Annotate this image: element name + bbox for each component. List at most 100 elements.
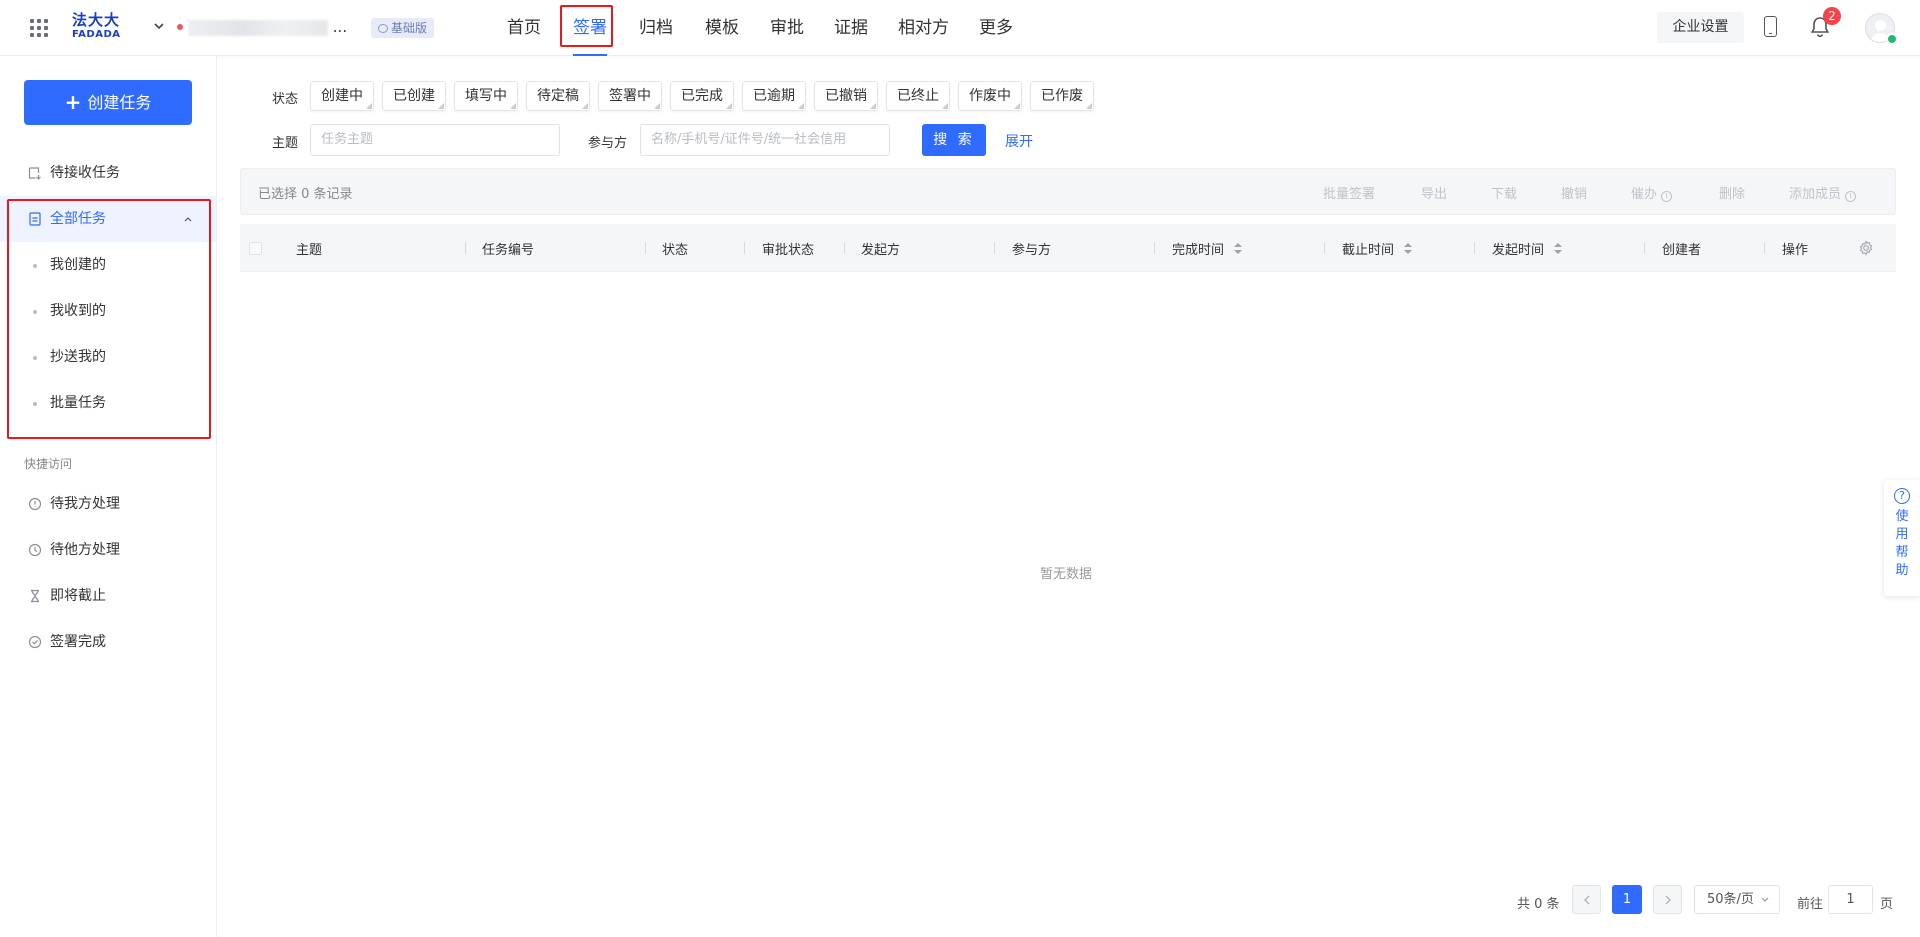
col-divider[interactable] <box>1644 242 1645 254</box>
sidebar-item-received[interactable]: 我收到的 <box>0 288 216 334</box>
sort-icon[interactable] <box>1234 243 1243 255</box>
col-initiated-time[interactable]: 发起时间 <box>1492 239 1563 258</box>
sidebar-item-pending-receive[interactable]: 待接收任务 <box>0 150 216 196</box>
col-divider[interactable] <box>1324 242 1325 254</box>
check-circle-icon <box>28 635 42 649</box>
sidebar-item-label: 抄送我的 <box>50 349 106 365</box>
sidebar-item-batch-tasks[interactable]: 批量任务 <box>0 380 216 426</box>
col-completed-time[interactable]: 完成时间 <box>1172 239 1243 258</box>
status-chip-filling[interactable]: 填写中 <box>454 81 518 111</box>
nav-sign[interactable]: 签署 <box>573 0 607 56</box>
nav-approval[interactable]: 审批 <box>770 0 804 56</box>
sidebar-item-label: 待我方处理 <box>50 496 120 512</box>
status-chip-signing[interactable]: 签署中 <box>598 81 662 111</box>
page-size-value: 50条/页 <box>1707 892 1754 907</box>
sidebar-item-all-tasks[interactable]: 全部任务 <box>0 196 216 242</box>
app-grid-icon[interactable] <box>30 19 48 37</box>
org-status-dot <box>177 24 183 30</box>
plus-icon: + <box>64 90 82 114</box>
sort-icon[interactable] <box>1554 243 1563 255</box>
col-divider[interactable] <box>994 242 995 254</box>
org-switch-chevron-icon[interactable] <box>152 19 166 33</box>
page-size-select[interactable]: 50条/页 <box>1694 885 1780 914</box>
nav-template[interactable]: 模板 <box>705 0 739 56</box>
col-completed-time-label: 完成时间 <box>1172 243 1225 258</box>
col-divider[interactable] <box>645 242 646 254</box>
nav-archive[interactable]: 归档 <box>639 0 673 56</box>
bullet-dot <box>33 356 37 360</box>
create-task-button[interactable]: + 创建任务 <box>24 80 192 125</box>
chevron-left-icon <box>1584 895 1590 905</box>
org-name-redacted <box>188 19 328 36</box>
expand-filters-link[interactable]: 展开 <box>1005 131 1033 151</box>
create-task-label: 创建任务 <box>87 93 152 112</box>
col-creator: 创建者 <box>1662 243 1702 258</box>
bullet-dot <box>33 402 37 406</box>
plan-badge: 基础版 <box>371 18 435 38</box>
download-button[interactable]: 下载 <box>1491 183 1517 202</box>
batch-toolbar: 已选择 0 条记录 批量签署 导出 下载 撤销 催办 i 删除 添加成员 i <box>240 168 1896 215</box>
sidebar-item-pending-mine[interactable]: 待我方处理 <box>0 481 216 527</box>
status-chip-pending-finalize[interactable]: 待定稿 <box>526 81 590 111</box>
selected-count-text: 已选择 0 条记录 <box>258 187 353 202</box>
col-divider[interactable] <box>465 242 466 254</box>
revoke-button[interactable]: 撤销 <box>1561 183 1587 202</box>
enterprise-settings-button[interactable]: 企业设置 <box>1657 12 1744 43</box>
search-button[interactable]: 搜 索 <box>922 124 986 156</box>
sidebar-item-signed-complete[interactable]: 签署完成 <box>0 619 216 665</box>
column-settings-gear-icon[interactable] <box>1858 240 1874 256</box>
col-divider[interactable] <box>844 242 845 254</box>
org-name[interactable]: ... <box>188 14 358 40</box>
prev-page-button[interactable] <box>1572 885 1601 914</box>
help-char: 使 <box>1895 509 1909 524</box>
chevron-up-icon[interactable] <box>182 213 194 225</box>
quick-access-title: 快捷访问 <box>24 457 73 471</box>
document-icon <box>29 212 41 226</box>
status-chip-created[interactable]: 已创建 <box>382 81 446 111</box>
info-circle-icon: i <box>1661 191 1673 202</box>
status-chip-overdue[interactable]: 已逾期 <box>742 81 806 111</box>
status-chip-voiding[interactable]: 作废中 <box>958 81 1022 111</box>
sidebar-item-label: 即将截止 <box>50 588 106 604</box>
subject-filter-label: 主题 <box>272 136 299 151</box>
col-initiated-time-label: 发起时间 <box>1492 243 1545 258</box>
nav-more[interactable]: 更多 <box>979 0 1013 56</box>
goto-page-input[interactable]: 1 <box>1828 885 1873 914</box>
delete-button[interactable]: 删除 <box>1719 183 1745 202</box>
help-char: 用 <box>1895 527 1909 542</box>
col-divider[interactable] <box>1154 242 1155 254</box>
mobile-icon[interactable] <box>1764 16 1777 37</box>
urge-label: 催办 <box>1631 187 1658 202</box>
next-page-button[interactable] <box>1653 885 1682 914</box>
participant-input[interactable]: 名称/手机号/证件号/统一社会信用 <box>640 124 890 156</box>
subject-input[interactable]: 任务主题 <box>310 124 560 156</box>
fadada-logo[interactable]: 法大大 FADADA <box>72 13 122 43</box>
add-member-button[interactable]: 添加成员 i <box>1789 183 1857 202</box>
status-chip-revoked[interactable]: 已撤销 <box>814 81 878 111</box>
col-deadline[interactable]: 截止时间 <box>1342 239 1413 258</box>
nav-counterparty[interactable]: 相对方 <box>898 0 949 56</box>
nav-home[interactable]: 首页 <box>507 0 541 56</box>
col-approval-status: 审批状态 <box>762 243 815 258</box>
status-chip-creating[interactable]: 创建中 <box>310 81 374 111</box>
col-participants: 参与方 <box>1012 243 1052 258</box>
batch-sign-button[interactable]: 批量签署 <box>1323 183 1375 202</box>
sidebar-item-cc-me[interactable]: 抄送我的 <box>0 334 216 380</box>
sidebar-item-created-by-me[interactable]: 我创建的 <box>0 242 216 288</box>
status-chip-voided[interactable]: 已作废 <box>1030 81 1094 111</box>
nav-evidence[interactable]: 证据 <box>834 0 868 56</box>
status-chip-completed[interactable]: 已完成 <box>670 81 734 111</box>
select-all-checkbox[interactable] <box>249 242 262 255</box>
sidebar-item-pending-others[interactable]: 待他方处理 <box>0 527 216 573</box>
help-float-button[interactable]: ? 使 用 帮 助 <box>1884 480 1920 596</box>
page-number-current[interactable]: 1 <box>1612 885 1642 914</box>
col-divider[interactable] <box>744 242 745 254</box>
sidebar-item-due-soon[interactable]: 即将截止 <box>0 573 216 619</box>
status-chip-terminated[interactable]: 已终止 <box>886 81 950 111</box>
export-button[interactable]: 导出 <box>1421 183 1447 202</box>
urge-button[interactable]: 催办 i <box>1631 183 1673 202</box>
sort-icon[interactable] <box>1404 243 1413 255</box>
col-divider[interactable] <box>1764 242 1765 254</box>
sidebar-item-label: 待接收任务 <box>50 165 120 181</box>
col-divider[interactable] <box>1474 242 1475 254</box>
